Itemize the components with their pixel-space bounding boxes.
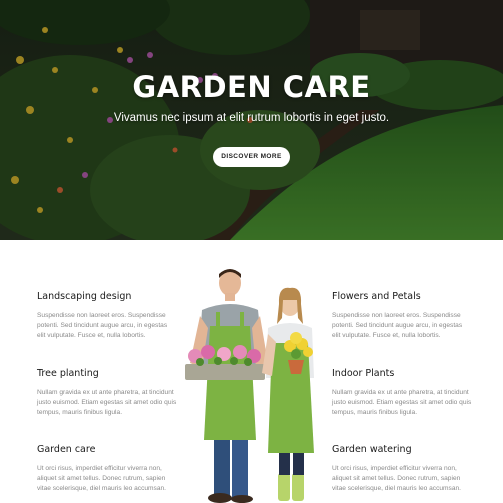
feature-text: Ut orci risus, imperdiet efficitur viver… [37, 465, 167, 492]
feature-tree-planting: Tree planting Nullam gravida ex ut ante … [37, 368, 177, 418]
feature-text: Nullam gravida ex ut ante pharetra, at t… [332, 389, 472, 416]
feature-text: Suspendisse non laoreet eros. Suspendiss… [332, 312, 463, 339]
discover-more-button[interactable]: DISCOVER MORE [213, 147, 290, 167]
hero-title: GARDEN CARE [132, 70, 371, 104]
gardener-man [190, 269, 268, 503]
feature-title: Landscaping design [37, 291, 132, 302]
services-section: Landscaping design Suspendisse non laore… [0, 240, 503, 503]
feature-text: Suspendisse non laoreet eros. Suspendiss… [37, 312, 168, 339]
feature-title: Flowers and Petals [332, 291, 421, 302]
feature-title: Garden watering [332, 444, 412, 455]
gardeners-image [185, 269, 314, 503]
hero-banner: GARDEN CARE Vivamus nec ipsum at elit ru… [0, 0, 503, 240]
feature-title: Tree planting [37, 368, 99, 379]
hero-subtitle: Vivamus nec ipsum at elit rutrum loborti… [113, 112, 390, 124]
feature-text: Nullam gravida ex ut ante pharetra, at t… [37, 389, 177, 416]
feature-garden-care: Garden care Ut orci risus, imperdiet eff… [37, 444, 177, 494]
feature-garden-watering: Garden watering Ut orci risus, imperdiet… [332, 444, 472, 494]
feature-landscaping-design: Landscaping design Suspendisse non laore… [37, 291, 177, 341]
feature-indoor-plants: Indoor Plants Nullam gravida ex ut ante … [332, 368, 472, 418]
feature-title: Garden care [37, 444, 96, 455]
gardener-woman [262, 287, 314, 501]
feature-flowers-and-petals: Flowers and Petals Suspendisse non laore… [332, 291, 472, 341]
feature-title: Indoor Plants [332, 368, 395, 379]
feature-text: Ut orci risus, imperdiet efficitur viver… [332, 465, 462, 492]
